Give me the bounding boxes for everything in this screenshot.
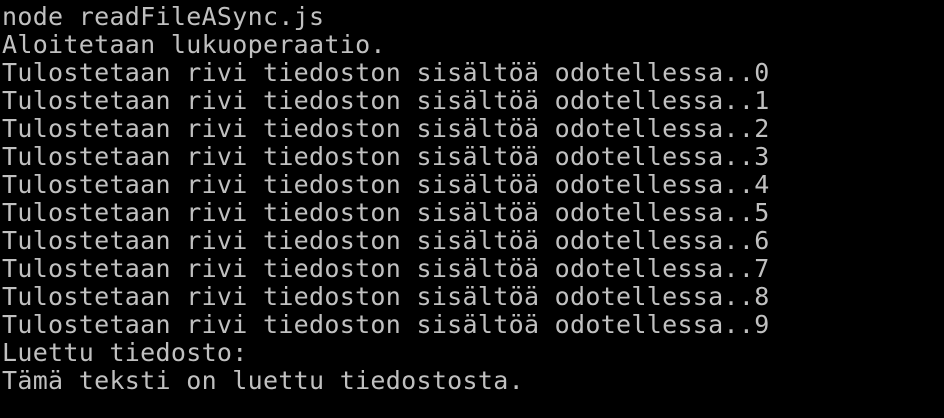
output-line: Tulostetaan rivi tiedoston sisältöä odot… [2,114,770,143]
output-line: Tulostetaan rivi tiedoston sisältöä odot… [2,254,770,283]
terminal-window[interactable]: node readFileASync.js Aloitetaan lukuope… [0,0,944,418]
output-line: Tämä teksti on luettu tiedostosta. [2,366,524,395]
output-line: Tulostetaan rivi tiedoston sisältöä odot… [2,198,770,227]
output-line: Tulostetaan rivi tiedoston sisältöä odot… [2,58,770,87]
output-line: Tulostetaan rivi tiedoston sisältöä odot… [2,170,770,199]
output-line: Tulostetaan rivi tiedoston sisältöä odot… [2,86,770,115]
command-line: node readFileASync.js [2,2,325,31]
output-line: Tulostetaan rivi tiedoston sisältöä odot… [2,226,770,255]
output-line: Tulostetaan rivi tiedoston sisältöä odot… [2,142,770,171]
output-line: Tulostetaan rivi tiedoston sisältöä odot… [2,282,770,311]
output-line: Aloitetaan lukuoperaatio. [2,30,386,59]
output-line: Luettu tiedosto: [2,338,248,367]
output-line: Tulostetaan rivi tiedoston sisältöä odot… [2,310,770,339]
